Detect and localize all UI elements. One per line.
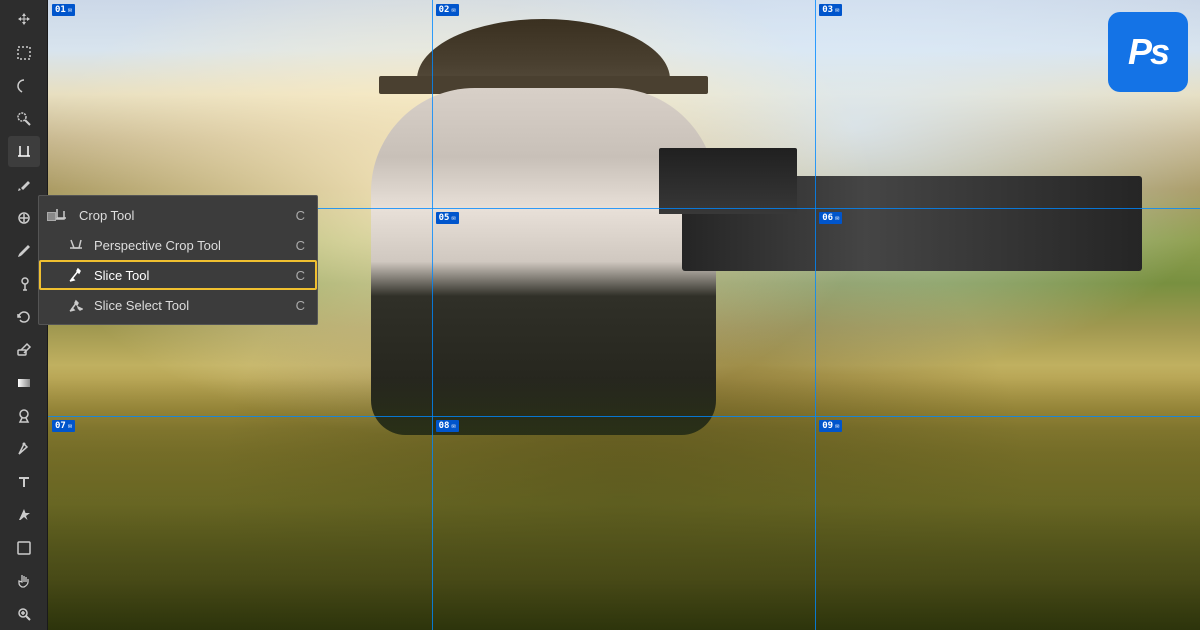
- perspective-crop-menu-icon: [66, 235, 86, 255]
- ps-logo: Ps: [1108, 12, 1188, 92]
- crop-tool-btn[interactable]: [8, 136, 40, 167]
- gradient-tool[interactable]: [8, 368, 40, 399]
- clone-stamp-tool[interactable]: [8, 268, 40, 299]
- camera-shape: [682, 176, 1143, 271]
- marquee-tool[interactable]: [8, 37, 40, 68]
- hand-tool[interactable]: [8, 566, 40, 597]
- type-tool[interactable]: [8, 467, 40, 498]
- menu-item-crop[interactable]: Crop Tool C: [39, 200, 317, 230]
- eraser-tool[interactable]: [8, 334, 40, 365]
- menu-item-perspective-crop[interactable]: Perspective Crop Tool C: [39, 230, 317, 260]
- move-tool[interactable]: [8, 4, 40, 35]
- quick-select-tool[interactable]: [8, 103, 40, 134]
- crop-tool-label: Crop Tool: [79, 208, 288, 223]
- crop-tool-shortcut: C: [296, 208, 305, 223]
- ps-logo-text: Ps: [1128, 31, 1168, 73]
- menu-item-slice-select[interactable]: Slice Select Tool C: [39, 290, 317, 320]
- perspective-crop-shortcut: C: [296, 238, 305, 253]
- context-menu: Crop Tool C Perspective Crop Tool C Slic…: [38, 195, 318, 325]
- pen-tool[interactable]: [8, 434, 40, 465]
- eyedropper-tool[interactable]: [8, 169, 40, 200]
- slice-select-label: Slice Select Tool: [94, 298, 288, 313]
- healing-brush-tool[interactable]: [8, 202, 40, 233]
- lasso-tool[interactable]: [8, 70, 40, 101]
- slice-select-menu-icon: [66, 295, 86, 315]
- history-brush-tool[interactable]: [8, 301, 40, 332]
- path-select-tool[interactable]: [8, 500, 40, 531]
- zoom-tool[interactable]: [8, 599, 40, 630]
- brush-tool[interactable]: [8, 235, 40, 266]
- dodge-tool[interactable]: [8, 401, 40, 432]
- grass-overlay: [48, 378, 1200, 630]
- slice-menu-icon: [66, 265, 86, 285]
- slice-tool-shortcut: C: [296, 268, 305, 283]
- shape-tool[interactable]: [8, 533, 40, 564]
- menu-item-slice[interactable]: Slice Tool C: [39, 260, 317, 290]
- perspective-crop-label: Perspective Crop Tool: [94, 238, 288, 253]
- slice-select-shortcut: C: [296, 298, 305, 313]
- slice-tool-label: Slice Tool: [94, 268, 288, 283]
